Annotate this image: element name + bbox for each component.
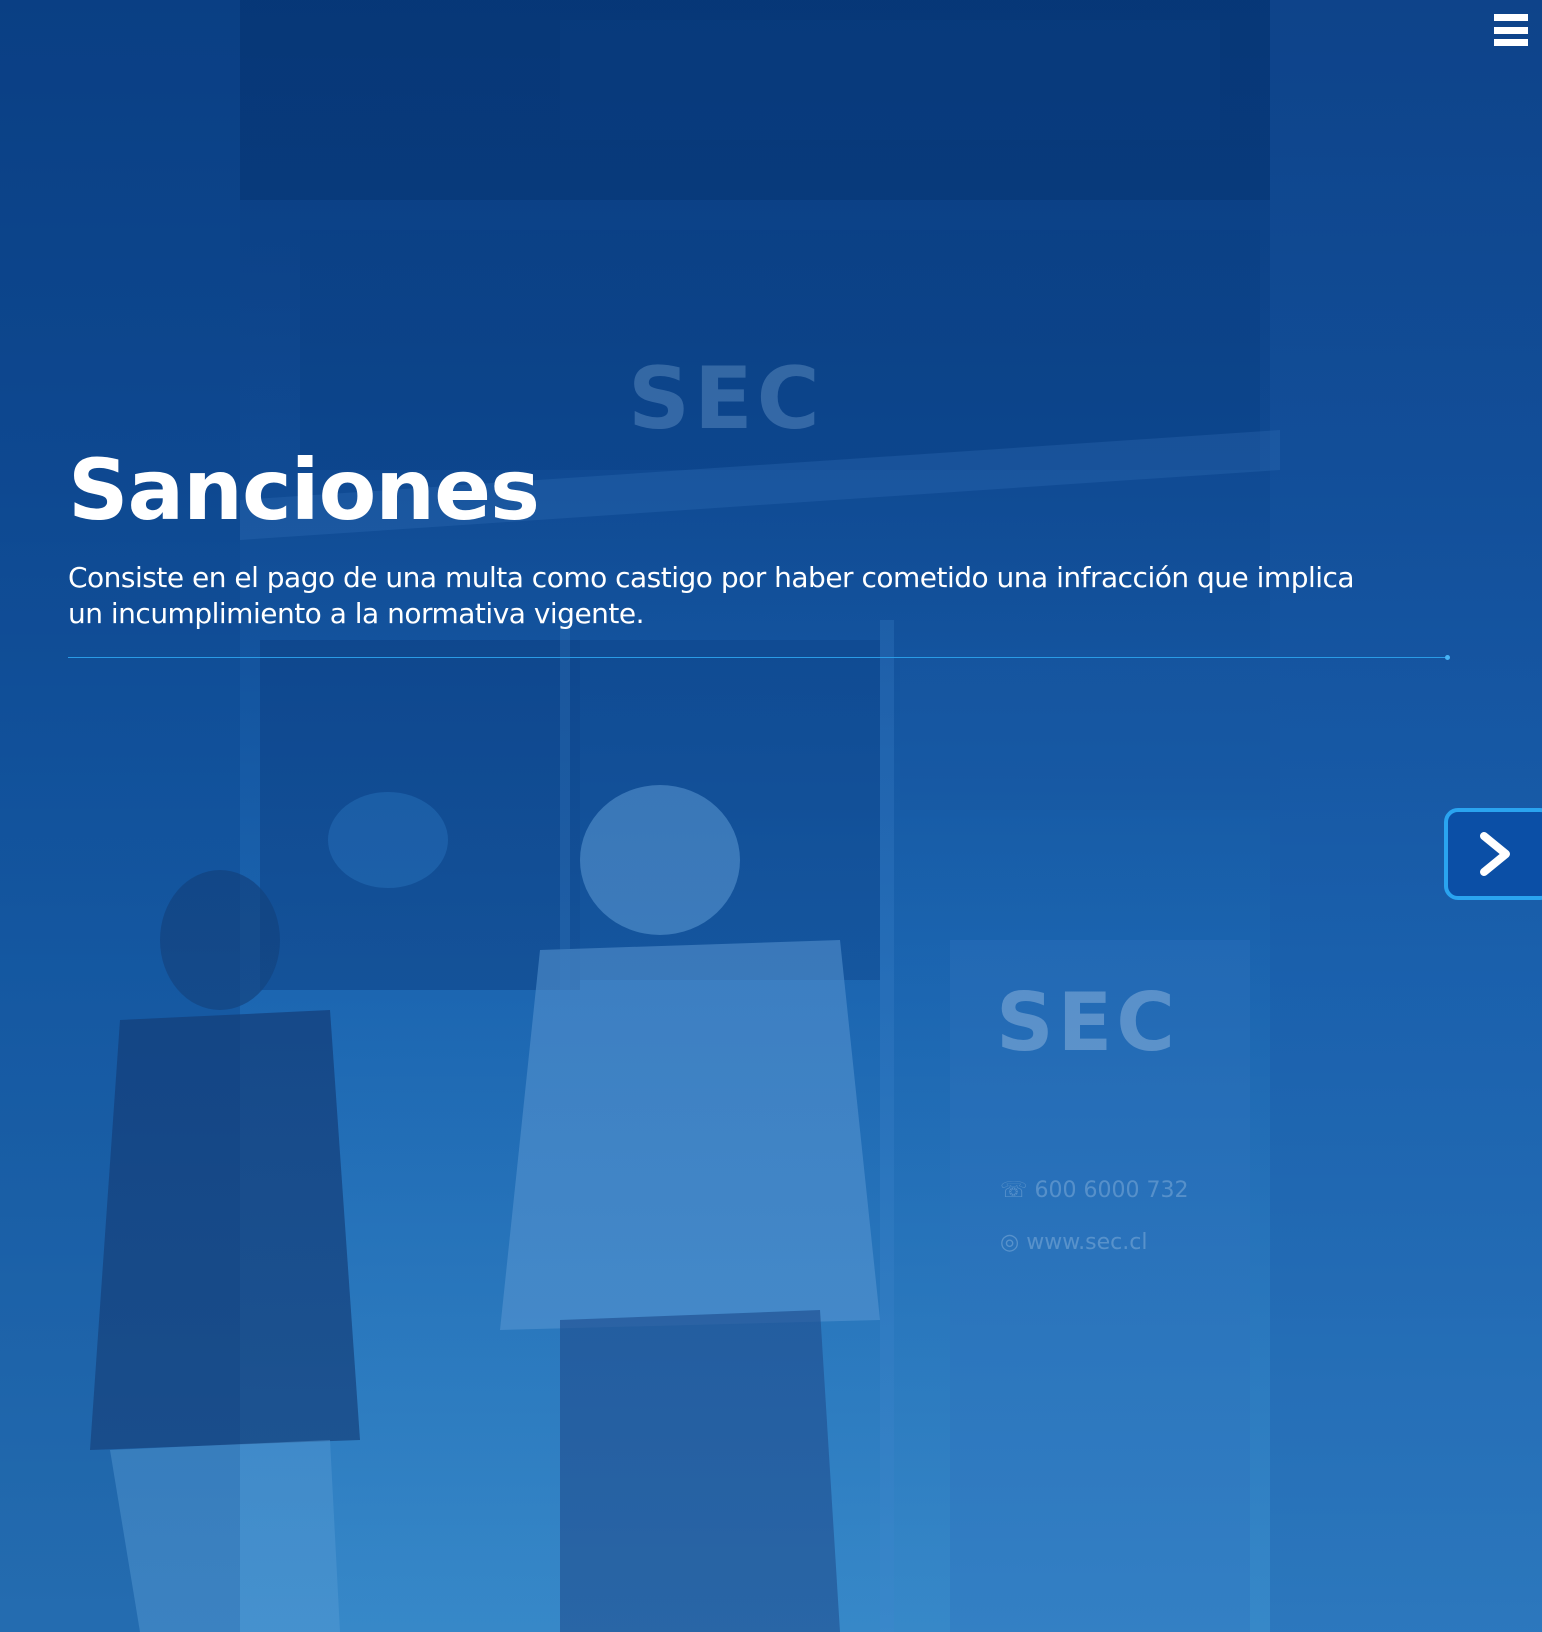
next-slide-button[interactable] (1444, 808, 1542, 900)
banner-web-row: ◎ www.sec.cl (1000, 1217, 1188, 1269)
hamburger-menu-icon-bar-bottom (1494, 39, 1528, 46)
page-description: Consiste en el pago de una multa como ca… (68, 561, 1355, 630)
banner-phone: 600 6000 732 (1034, 1178, 1189, 1203)
chevron-right-icon (1480, 832, 1510, 876)
background-sec-logo: SEC (628, 350, 824, 440)
banner-web: www.sec.cl (1026, 1230, 1148, 1255)
hero-content: Sanciones Consiste en el pago de una mul… (68, 440, 1448, 632)
title-divider (68, 655, 1450, 660)
hero-section: SEC SEC ☏ 600 6000 732 ◎ www.sec.cl (0, 0, 1542, 1632)
hero-color-overlay (0, 0, 1542, 1632)
divider-dot (1445, 655, 1450, 660)
phone-icon: ☏ (1000, 1178, 1028, 1203)
hamburger-menu-icon-bar-top (1494, 14, 1528, 21)
banner-phone-row: ☏ 600 6000 732 (1000, 1165, 1188, 1217)
hamburger-menu-icon-bar-middle (1494, 26, 1528, 34)
banner-contact: ☏ 600 6000 732 ◎ www.sec.cl (1000, 1165, 1188, 1269)
banner-sec-logo: SEC (996, 980, 1179, 1069)
hamburger-menu-button[interactable] (1494, 14, 1528, 46)
globe-icon: ◎ (1000, 1230, 1020, 1255)
background-sec-logo-text: SEC (628, 350, 824, 440)
page-title: Sanciones (68, 441, 540, 539)
banner-sec-logo-text: SEC (996, 980, 1179, 1069)
